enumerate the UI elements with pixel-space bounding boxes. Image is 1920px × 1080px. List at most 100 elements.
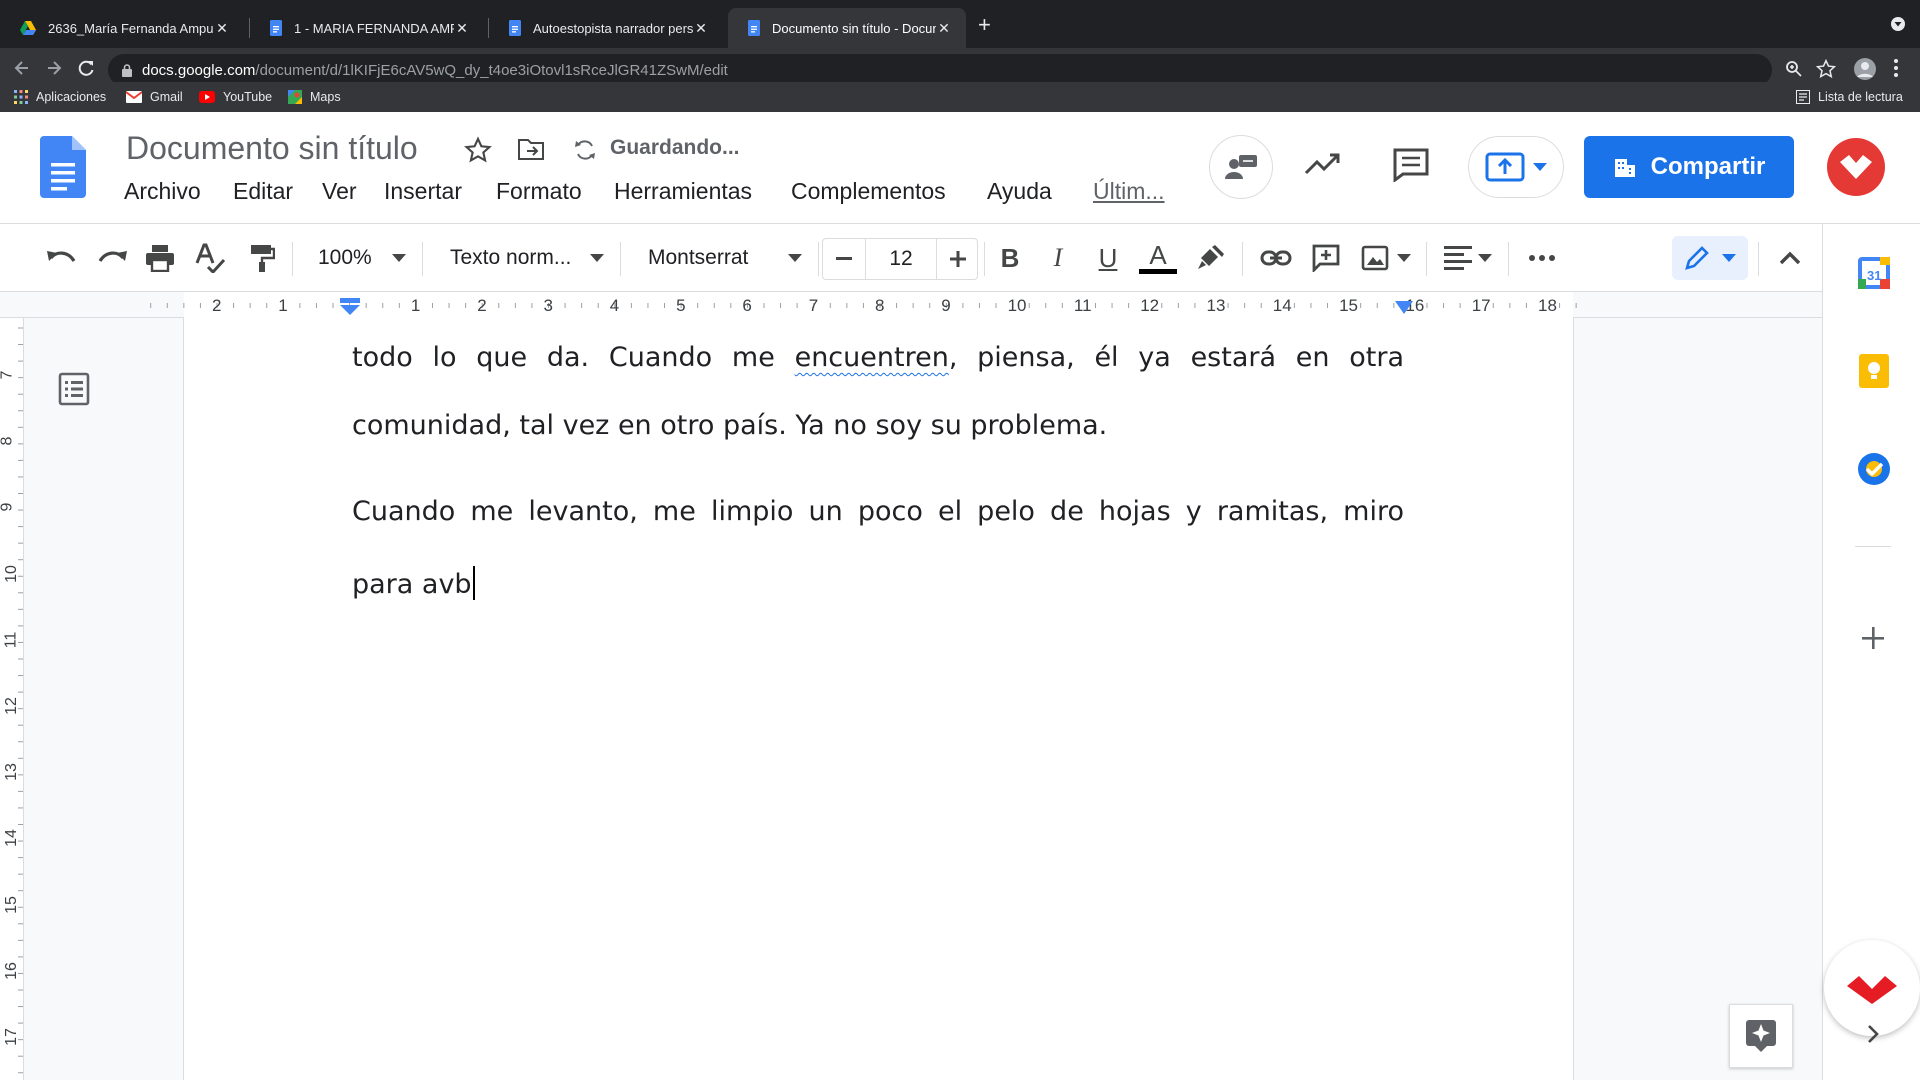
browser-tab-active[interactable]: Documento sin título - Documentos ✕ bbox=[728, 8, 966, 48]
more-options-icon[interactable] bbox=[1522, 240, 1562, 276]
tab-search-icon[interactable] bbox=[1890, 16, 1906, 32]
star-icon[interactable] bbox=[464, 136, 492, 164]
paragraph-line: comunidad, tal vez en otro país. Ya no s… bbox=[352, 410, 1108, 441]
account-avatar[interactable] bbox=[1827, 138, 1885, 196]
bookmark-gmail[interactable]: Gmail bbox=[126, 82, 183, 112]
redo-icon[interactable] bbox=[94, 240, 130, 276]
calendar-icon[interactable]: 31 bbox=[1858, 257, 1890, 289]
text-color-button[interactable]: A bbox=[1136, 240, 1180, 276]
bookmark-youtube[interactable]: YouTube bbox=[199, 82, 272, 112]
close-icon[interactable]: ✕ bbox=[693, 20, 709, 37]
menu-formato[interactable]: Formato bbox=[496, 178, 582, 205]
menu-editar[interactable]: Editar bbox=[233, 178, 293, 205]
right-indent-marker[interactable] bbox=[1395, 301, 1413, 315]
ruler-label: 8 bbox=[875, 296, 885, 315]
bold-button[interactable]: B bbox=[990, 240, 1030, 276]
font-family-select[interactable]: Montserrat bbox=[632, 240, 808, 276]
menu-complementos[interactable]: Complementos bbox=[791, 178, 946, 205]
chevron-down-icon bbox=[590, 254, 604, 262]
browser-tab-doc-1[interactable]: 1 - MARIA FERNANDA AMPUERO ✕ bbox=[250, 8, 484, 48]
menu-insertar[interactable]: Insertar bbox=[384, 178, 462, 205]
formatting-toolbar: 100% Texto norm... Montserrat 12 B I U A bbox=[0, 224, 1822, 292]
bookmark-maps[interactable]: Maps bbox=[288, 82, 341, 112]
explore-button[interactable] bbox=[1729, 1004, 1793, 1068]
document-title[interactable]: Documento sin título bbox=[126, 130, 418, 167]
share-button[interactable]: Compartir bbox=[1584, 136, 1794, 198]
close-icon[interactable]: ✕ bbox=[454, 20, 470, 37]
kebab-menu-icon[interactable] bbox=[1893, 58, 1899, 78]
vertical-ruler-label: 17 bbox=[2, 1028, 20, 1046]
underline-button[interactable]: U bbox=[1088, 240, 1128, 276]
insert-image-button[interactable] bbox=[1356, 240, 1416, 276]
back-arrow-icon[interactable] bbox=[12, 58, 32, 78]
keep-icon[interactable] bbox=[1859, 354, 1889, 388]
tab-title: Autoestopista narrador personaje bbox=[533, 20, 693, 36]
zoom-icon[interactable] bbox=[1785, 60, 1803, 78]
menu-ayuda[interactable]: Ayuda bbox=[987, 178, 1052, 205]
font-size-value: 12 bbox=[889, 247, 913, 270]
browser-tab-drive[interactable]: 2636_María Fernanda Ampuero ✕ bbox=[0, 8, 244, 48]
document-outline-icon[interactable] bbox=[58, 372, 90, 406]
docs-logo-icon[interactable] bbox=[40, 136, 86, 198]
reading-list-label: Lista de lectura bbox=[1818, 90, 1903, 104]
ruler-label: 17 bbox=[1471, 296, 1491, 315]
close-icon[interactable]: ✕ bbox=[214, 20, 230, 37]
close-icon[interactable]: ✕ bbox=[936, 20, 952, 37]
menu-herramientas[interactable]: Herramientas bbox=[614, 178, 752, 205]
reload-icon[interactable] bbox=[76, 58, 96, 78]
font-size-input[interactable]: 12 bbox=[865, 239, 937, 279]
toolbar-divider bbox=[422, 242, 423, 276]
forward-arrow-icon[interactable] bbox=[44, 58, 64, 78]
browser-tab-doc-2[interactable]: Autoestopista narrador personaje ✕ bbox=[489, 8, 723, 48]
vertical-ruler: 7 8 9 10 11 12 13 14 15 16 17 bbox=[0, 318, 24, 1080]
present-meeting-button[interactable] bbox=[1468, 136, 1564, 198]
menu-ver[interactable]: Ver bbox=[322, 178, 357, 205]
activity-trend-icon[interactable] bbox=[1304, 152, 1342, 176]
editing-mode-button[interactable] bbox=[1672, 236, 1748, 280]
align-button[interactable] bbox=[1438, 240, 1498, 276]
profile-avatar[interactable] bbox=[1854, 58, 1876, 80]
chevron-right-icon[interactable] bbox=[1867, 1024, 1879, 1044]
paint-format-icon[interactable] bbox=[244, 240, 280, 276]
comments-icon[interactable] bbox=[1393, 148, 1429, 182]
vertical-ruler-label: 11 bbox=[2, 631, 20, 649]
misspelled-word[interactable]: encuentren bbox=[795, 342, 949, 373]
undo-icon[interactable] bbox=[44, 240, 80, 276]
vertical-ruler-label: 12 bbox=[2, 697, 20, 715]
chevron-down-icon bbox=[1397, 254, 1411, 262]
tasks-icon[interactable] bbox=[1858, 453, 1890, 485]
bookmark-apps[interactable]: Aplicaciones bbox=[14, 82, 106, 112]
last-edit-link[interactable]: Últim... bbox=[1093, 178, 1165, 205]
url-host: docs.google.com bbox=[142, 61, 256, 79]
new-tab-button[interactable]: + bbox=[978, 12, 991, 38]
tab-title: 2636_María Fernanda Ampuero bbox=[48, 20, 214, 36]
extension-floating-button[interactable] bbox=[1824, 940, 1920, 1036]
zoom-select[interactable]: 100% bbox=[304, 240, 412, 276]
increase-font-size-button[interactable] bbox=[937, 239, 979, 279]
left-indent-marker[interactable] bbox=[340, 298, 360, 316]
meet-present-button[interactable] bbox=[1209, 135, 1273, 199]
toolbar-divider bbox=[620, 242, 621, 276]
docs-file-icon bbox=[748, 20, 760, 36]
print-icon[interactable] bbox=[142, 240, 178, 276]
gmail-icon bbox=[126, 91, 142, 103]
collapse-menus-icon[interactable] bbox=[1770, 240, 1810, 276]
bookmark-label: Gmail bbox=[150, 90, 183, 104]
menu-archivo[interactable]: Archivo bbox=[124, 178, 201, 205]
add-comment-icon[interactable] bbox=[1306, 240, 1346, 276]
decrease-font-size-button[interactable] bbox=[823, 239, 865, 279]
add-addon-icon[interactable] bbox=[1861, 626, 1885, 650]
insert-link-icon[interactable] bbox=[1256, 240, 1296, 276]
italic-button[interactable]: I bbox=[1038, 240, 1078, 276]
spellcheck-icon[interactable] bbox=[192, 240, 228, 276]
document-page[interactable]: todo lo que da. Cuando me encuentren, pi… bbox=[183, 318, 1574, 1080]
ruler-label: 2 bbox=[212, 296, 222, 315]
highlight-pen-icon[interactable] bbox=[1190, 240, 1230, 276]
paragraph-style-select[interactable]: Texto norm... bbox=[434, 240, 610, 276]
move-folder-icon[interactable] bbox=[517, 137, 545, 161]
save-status: Guardando... bbox=[610, 136, 740, 159]
text-run: todo lo que da. Cuando me bbox=[352, 342, 795, 373]
ruler-label: 11 bbox=[1073, 296, 1092, 315]
reading-list-button[interactable]: Lista de lectura bbox=[1796, 82, 1903, 112]
bookmark-star-icon[interactable] bbox=[1816, 59, 1836, 79]
